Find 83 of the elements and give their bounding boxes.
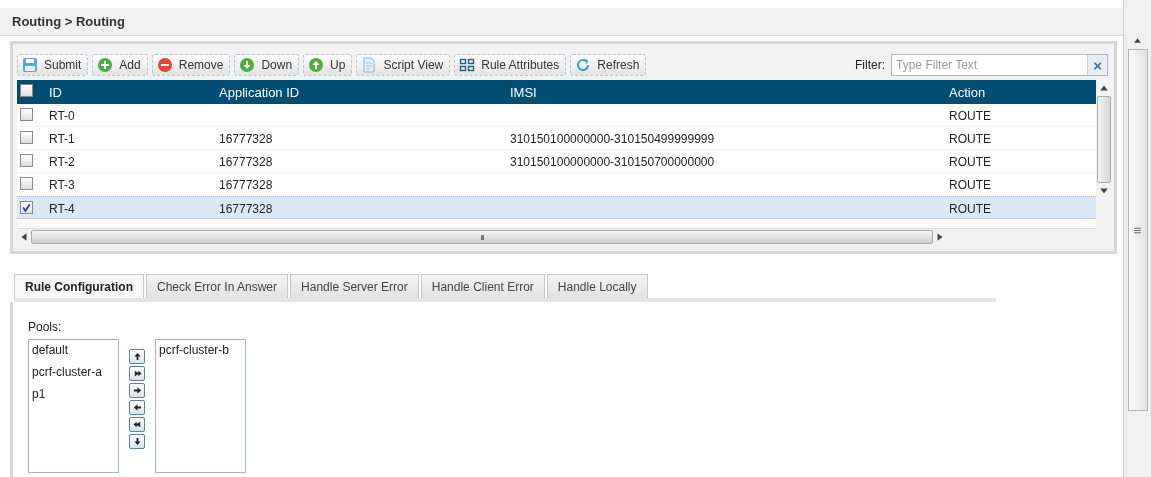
toolbar-button[interactable]: Refresh [570, 54, 647, 76]
row-checkbox[interactable] [20, 108, 33, 121]
move-all-right-button[interactable] [129, 366, 145, 381]
column-header[interactable]: ID [49, 85, 62, 100]
table-cell: 16777328 [219, 132, 273, 146]
toolbar-button[interactable]: Rule Attributes [454, 54, 567, 76]
page-scrollbar[interactable] [1123, 0, 1151, 477]
table-cell: 310150100000000-310150700000000 [510, 155, 715, 169]
scroll-grip-icon[interactable] [1133, 225, 1142, 235]
toolbar-button[interactable]: Remove [151, 54, 231, 76]
table-cell: 310150100000000-310150499999999 [510, 132, 715, 146]
toolbar-button[interactable]: Script View [356, 54, 451, 76]
toolbar-button[interactable]: Up [303, 54, 353, 76]
table-cell: RT-0 [49, 109, 75, 123]
move-left-button[interactable] [129, 400, 145, 415]
table-cell: ROUTE [949, 155, 991, 169]
table-cell: 16777328 [219, 178, 273, 192]
table-cell: ROUTE [949, 178, 991, 192]
column-header[interactable]: Application ID [219, 85, 300, 100]
scroll-down-icon[interactable] [1099, 186, 1110, 196]
scroll-right-icon[interactable] [935, 232, 945, 242]
arrow-right-icon [132, 386, 142, 395]
pool-item[interactable]: pcrf-cluster-a [32, 365, 118, 387]
table-cell: 16777328 [219, 202, 273, 216]
selected-pools-list[interactable]: pcrf-cluster-b [155, 339, 246, 473]
double-arrow-left-icon [132, 420, 142, 429]
plus-icon [97, 57, 114, 73]
scroll-up-icon[interactable] [1099, 83, 1110, 93]
scroll-left-icon[interactable] [19, 232, 29, 242]
tab[interactable]: Handle Server Error [290, 274, 419, 298]
move-right-button[interactable] [129, 383, 145, 398]
table-cell: 16777328 [219, 155, 273, 169]
table-cell: ROUTE [949, 132, 991, 146]
arrow-up-icon [308, 57, 325, 73]
move-all-left-button[interactable] [129, 417, 145, 432]
arrow-left-icon [132, 403, 142, 412]
toolbar-button[interactable]: Down [234, 54, 300, 76]
toolbar-button[interactable]: Submit [17, 54, 89, 76]
table-cell: ROUTE [949, 109, 991, 123]
row-checkbox[interactable] [20, 154, 33, 167]
table-cell: RT-3 [49, 178, 75, 192]
horizontal-scrollbar[interactable]: III [17, 228, 1097, 245]
filter-label: Filter: [855, 58, 886, 72]
pool-item[interactable]: p1 [32, 387, 118, 409]
filter-field[interactable]: Type Filter Text × [891, 54, 1109, 76]
column-header[interactable]: IMSI [510, 85, 537, 100]
row-checkbox[interactable] [20, 131, 33, 144]
row-checkbox[interactable] [20, 177, 33, 190]
breadcrumb: Routing > Routing [0, 8, 1124, 36]
table-cell: RT-2 [49, 155, 75, 169]
move-up-button[interactable] [129, 349, 145, 364]
pools-label: Pools: [28, 320, 63, 334]
grid-icon [459, 57, 476, 73]
table-row[interactable]: RT-1 16777328 310150100000000-310150499999999 ROUTE [17, 127, 1097, 150]
table-row[interactable]: RT-4 16777328 ROUTE [17, 196, 1097, 219]
minus-icon [156, 57, 173, 73]
table-cell: RT-4 [49, 202, 75, 216]
tab[interactable]: Handle Client Error [420, 274, 545, 298]
pool-item[interactable]: pcrf-cluster-b [159, 343, 245, 365]
row-checkbox[interactable] [20, 201, 33, 214]
arrow-down-icon [132, 437, 142, 446]
document-icon [361, 57, 378, 73]
table-cell: RT-1 [49, 132, 75, 146]
scroll-grip[interactable]: III [480, 232, 484, 242]
refresh-icon [575, 57, 592, 73]
double-arrow-right-icon [132, 369, 142, 378]
floppy-icon [22, 57, 38, 73]
arrow-down-icon [239, 57, 256, 73]
table-row[interactable]: RT-2 16777328 310150100000000-310150700000000 ROUTE [17, 150, 1097, 173]
pool-item[interactable]: default [32, 343, 118, 365]
arrow-up-icon [132, 352, 142, 361]
table-cell: ROUTE [949, 202, 991, 216]
column-header[interactable]: Action [949, 85, 986, 100]
select-all-checkbox[interactable] [20, 84, 33, 97]
available-pools-list[interactable]: default pcrf-cluster-a p1 [28, 339, 119, 473]
clear-button[interactable]: × [1087, 55, 1108, 75]
table-row[interactable]: RT-0 ROUTE [17, 104, 1097, 127]
toolbar-button[interactable]: Add [92, 54, 148, 76]
move-down-button[interactable] [129, 434, 145, 449]
tab[interactable]: Handle Locally [546, 274, 648, 298]
tab[interactable]: Rule Configuration [14, 274, 144, 298]
tab[interactable]: Check Error In Answer [146, 274, 289, 298]
scroll-up-icon[interactable] [1133, 36, 1142, 45]
